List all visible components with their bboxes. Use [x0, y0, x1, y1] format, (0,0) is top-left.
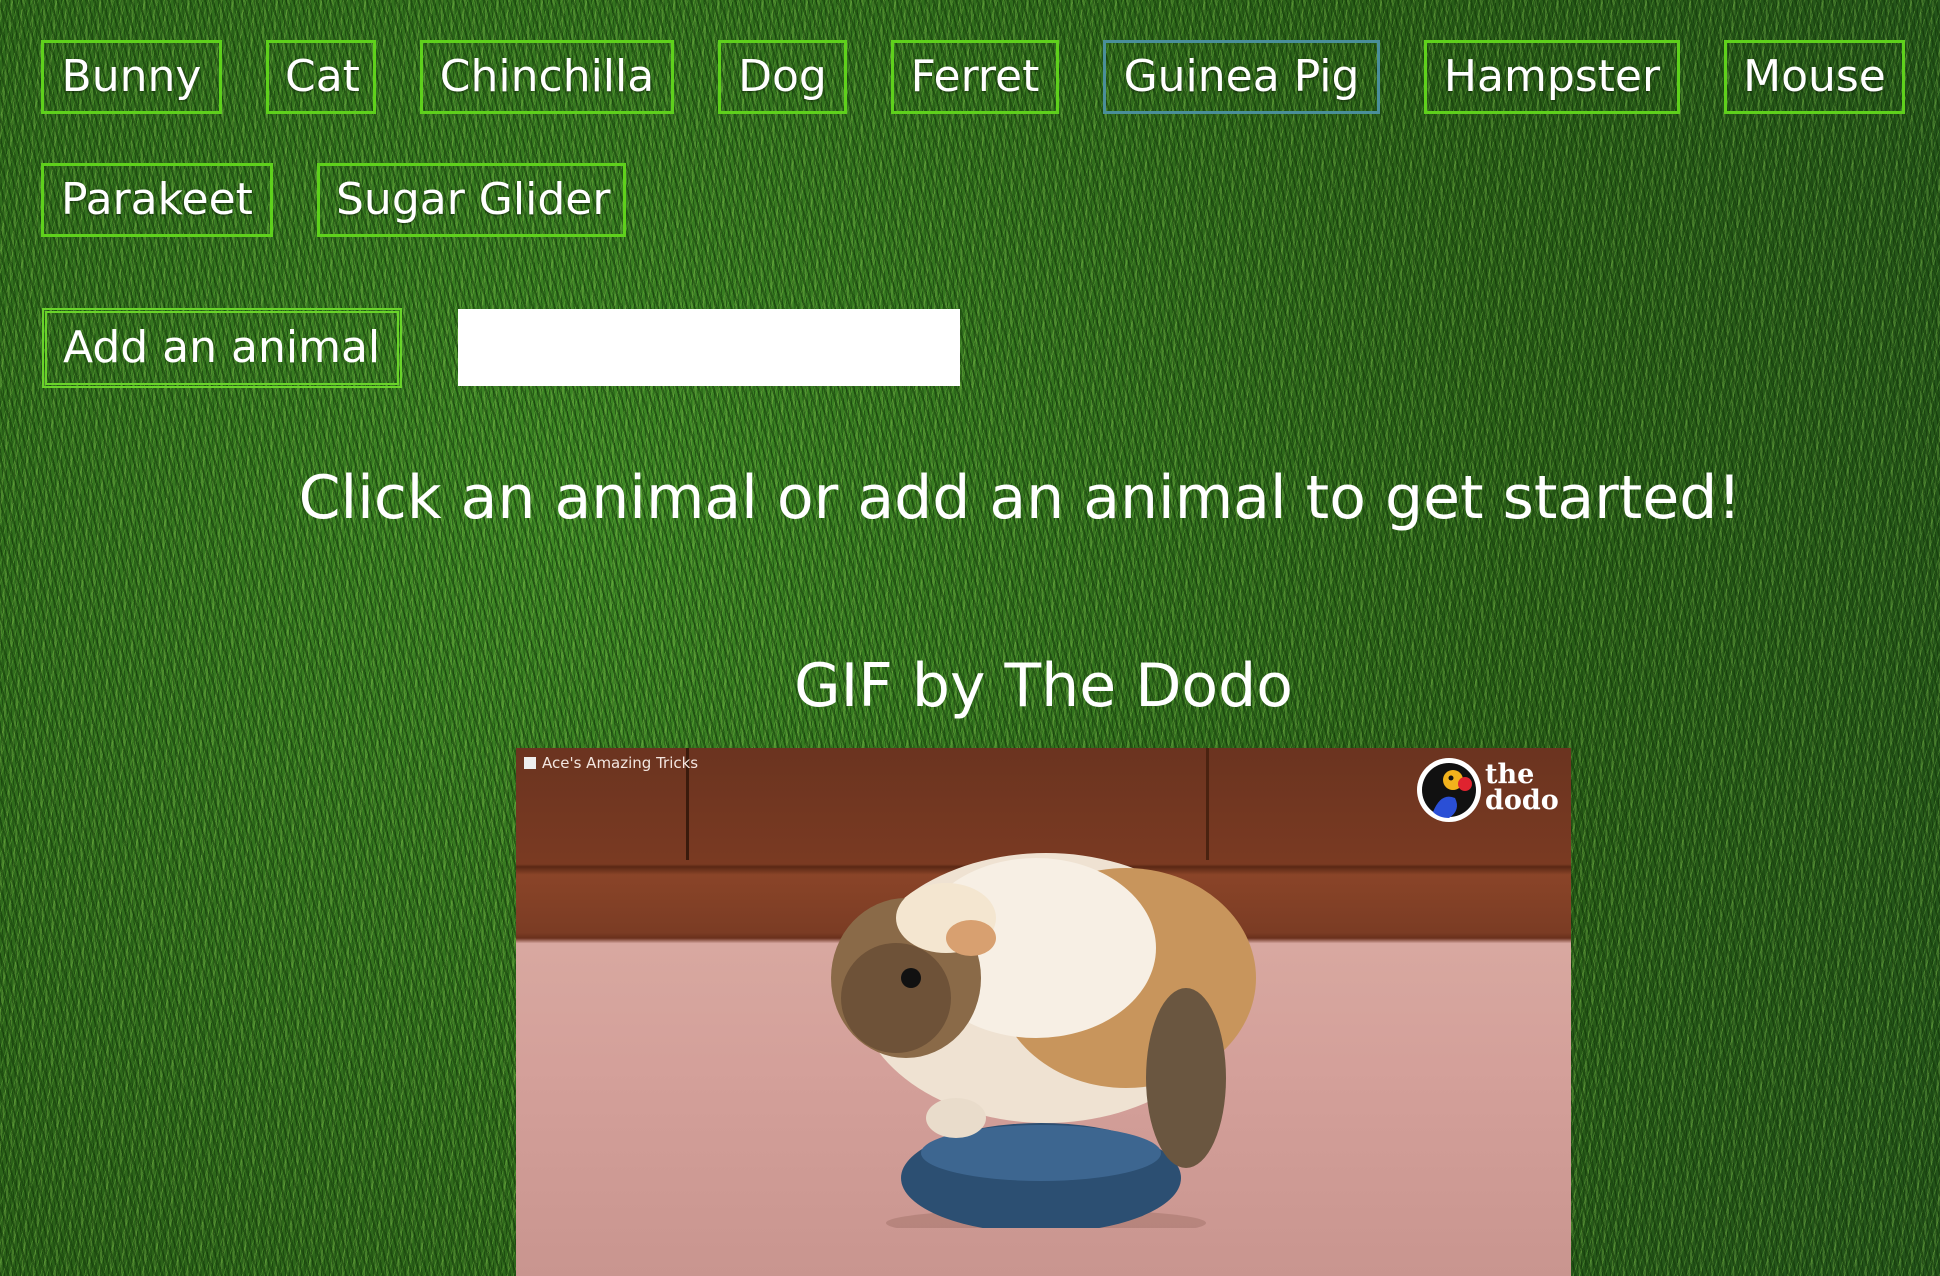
animal-button-dog[interactable]: Dog — [718, 40, 847, 114]
dodo-logo-text: the dodo — [1485, 759, 1559, 816]
animal-button-bunny[interactable]: Bunny — [41, 40, 222, 114]
gif-source-label: Ace's Amazing Tricks — [524, 754, 698, 772]
animal-button-parakeet[interactable]: Parakeet — [41, 163, 273, 237]
animal-button-chinchilla[interactable]: Chinchilla — [420, 40, 674, 114]
animal-button-sugar-glider[interactable]: Sugar Glider — [317, 163, 626, 237]
add-animal-button[interactable]: Add an animal — [42, 308, 402, 388]
animal-button-hampster[interactable]: Hampster — [1424, 40, 1680, 114]
animal-button-mouse[interactable]: Mouse — [1724, 40, 1905, 114]
gif-source-text: Ace's Amazing Tricks — [542, 754, 699, 772]
guinea-pig-illustration — [831, 853, 1256, 1228]
animal-button-guinea-pig[interactable]: Guinea Pig — [1103, 40, 1380, 114]
facebook-icon — [524, 757, 536, 769]
instruction-text: Click an animal or add an animal to get … — [298, 463, 1742, 533]
add-animal-input[interactable] — [458, 309, 960, 386]
gif-caption: GIF by The Dodo — [794, 651, 1293, 721]
dodo-logo: the dodo — [1415, 754, 1565, 826]
animal-button-ferret[interactable]: Ferret — [891, 40, 1059, 114]
animal-button-cat[interactable]: Cat — [266, 40, 376, 114]
dodo-bird-icon — [1417, 758, 1481, 822]
gif-image: Ace's Amazing Tricks the dodo — [516, 748, 1571, 1276]
